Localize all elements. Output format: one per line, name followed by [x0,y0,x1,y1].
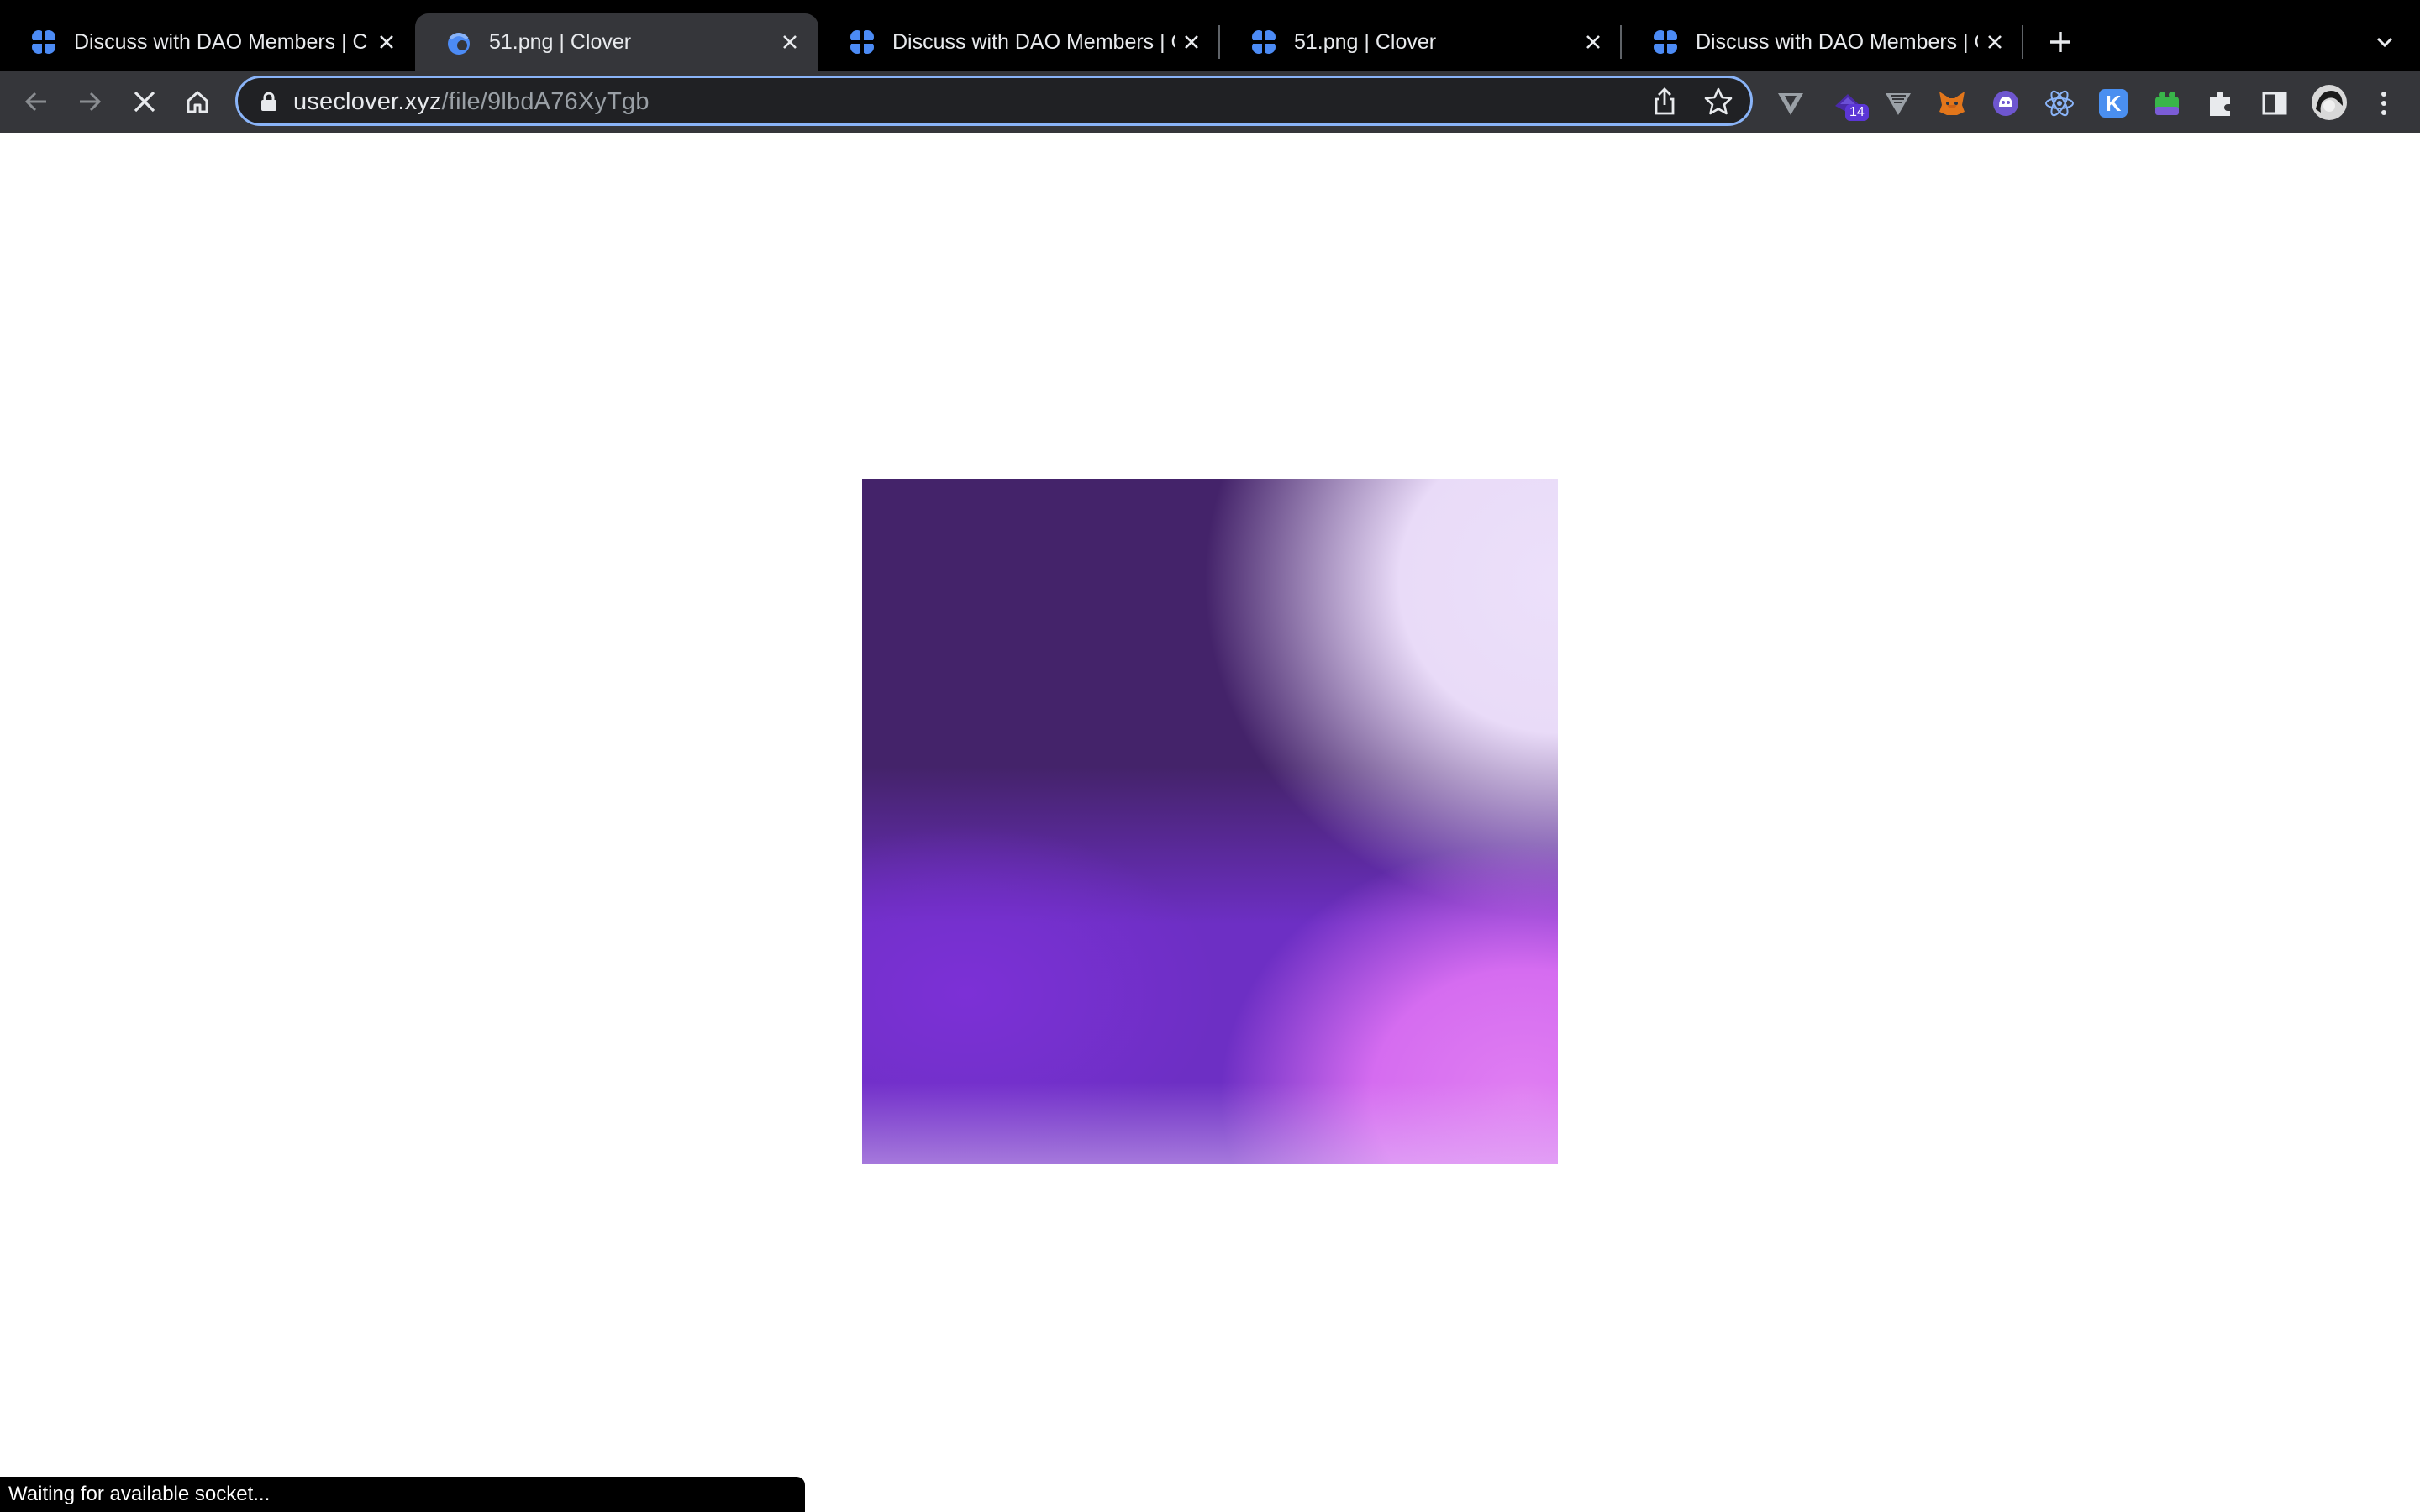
close-tab-icon[interactable] [773,25,807,59]
k-extension-icon[interactable]: K [2097,87,2129,119]
forward-button[interactable] [67,79,113,124]
close-tab-icon[interactable] [1175,25,1208,59]
browser-toolbar: useclover.xyz/file/9lbdA76XyTgb 14 K [0,71,2420,133]
vee-extension-icon[interactable] [1775,87,1807,119]
tab-title: 51.png | Clover [1294,29,1437,54]
home-icon [187,91,208,113]
stop-loading-button[interactable] [122,79,167,124]
tab-strip: Discuss with DAO Members | C 51.png | Cl… [0,0,2420,71]
close-tab-icon[interactable] [370,25,403,59]
tab-discuss-2[interactable]: Discuss with DAO Members | C [818,13,1220,71]
new-tab-button[interactable] [2042,24,2079,60]
tab-51-png-active[interactable]: 51.png | Clover [415,13,818,71]
tab-title: Discuss with DAO Members | C [74,29,368,54]
back-button[interactable] [13,79,59,124]
home-button[interactable] [175,79,220,124]
plus-icon [2050,32,2070,52]
metamask-fox-icon[interactable] [1936,87,1968,119]
arrow-right-icon [80,92,102,112]
address-bar[interactable]: useclover.xyz/file/9lbdA76XyTgb [235,76,1753,126]
status-text: Waiting for available socket... [8,1483,271,1505]
ghost-extension-icon[interactable] [1990,87,2022,119]
kebab-menu-icon[interactable] [2368,87,2400,119]
clover-blob-icon [448,33,470,55]
tab-discuss-1[interactable]: Discuss with DAO Members | C [0,13,415,71]
close-tab-icon[interactable] [1576,25,1610,59]
gradient-artwork-image [862,479,1558,1164]
tab-title: Discuss with DAO Members | C [892,29,1175,54]
tab-51-png[interactable]: 51.png | Clover [1220,13,1622,71]
close-icon [134,91,155,113]
bookmark-star-icon[interactable] [1703,87,1733,117]
tab-separator [2022,25,2023,59]
wallet-extension-icon[interactable]: 14 [1832,87,1869,121]
url-path: /file/9lbdA76XyTgb [441,88,650,115]
tab-search-button[interactable] [2366,24,2403,60]
clover-icon [1654,30,1677,54]
url-text[interactable]: useclover.xyz/file/9lbdA76XyTgb [293,88,650,116]
react-devtools-icon[interactable] [2044,87,2075,119]
clover-icon [1252,30,1276,54]
page-content [0,133,2420,1512]
clover-icon [32,30,55,54]
arrow-left-icon [24,92,46,112]
profile-avatar[interactable] [2311,84,2348,121]
side-panel-icon[interactable] [2259,87,2291,119]
clover-icon [850,30,874,54]
vee-alt-extension-icon[interactable] [1882,87,1914,119]
status-bar: Waiting for available socket... [0,1477,805,1512]
green-extension-icon[interactable] [2151,87,2183,119]
tab-title: 51.png | Clover [489,29,632,54]
puzzle-extensions-icon[interactable] [2205,87,2237,119]
artwork-layer [862,479,1558,1164]
close-tab-icon[interactable] [1978,25,2012,59]
chevron-down-icon [2376,37,2393,48]
tab-discuss-3[interactable]: Discuss with DAO Members | C [1622,13,2023,71]
url-domain: useclover.xyz [293,88,442,115]
share-icon[interactable] [1649,87,1680,117]
tab-title: Discuss with DAO Members | C [1696,29,1978,54]
extension-badge: 14 [1845,104,1869,121]
lock-icon[interactable] [260,92,278,112]
k-letter: K [2099,89,2128,118]
